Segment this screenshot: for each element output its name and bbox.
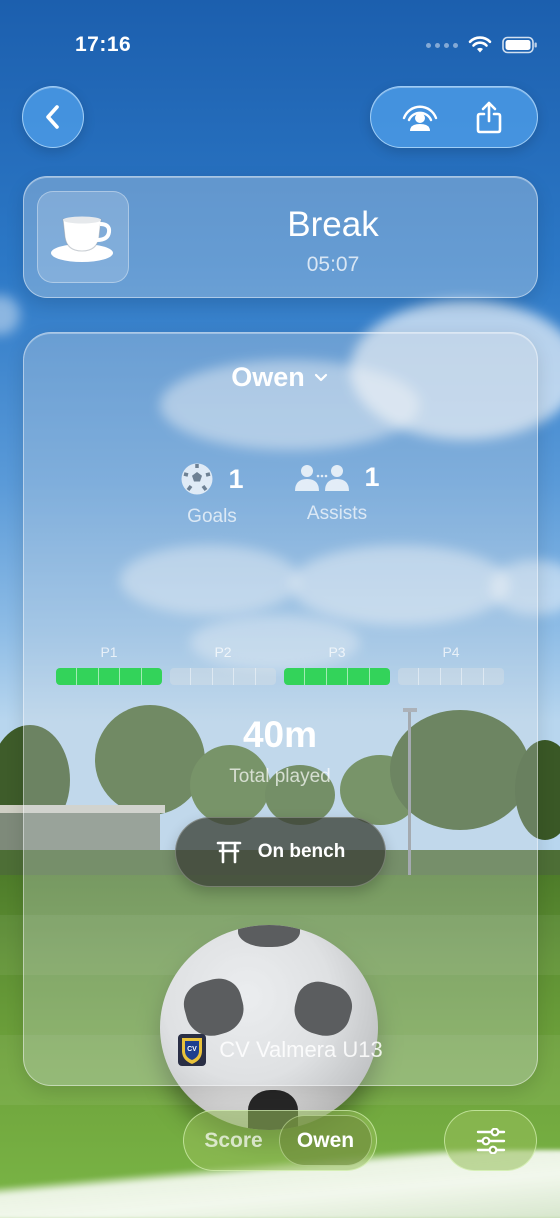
coffee-cup-icon [51, 216, 113, 262]
view-switcher: Score Owen [183, 1110, 377, 1171]
status-time: 17:16 [75, 33, 132, 56]
assists-label: Assists [306, 503, 368, 524]
total-played-label: Total played [229, 766, 331, 787]
goals-stat: 1 Goals [147, 462, 277, 528]
break-timer: 05:07 [306, 253, 360, 276]
share-icon [476, 101, 501, 134]
tab-player[interactable]: Owen [279, 1115, 372, 1166]
break-card: Break [23, 176, 538, 298]
assists-stat: 1 Assists [272, 462, 402, 525]
tab-score[interactable]: Score [188, 1115, 279, 1166]
people-signal-icon [402, 105, 437, 131]
settings-button[interactable] [444, 1110, 537, 1171]
player-selector[interactable]: Owen [0, 362, 560, 393]
period-label: P1 [100, 644, 118, 660]
period-label: P2 [214, 644, 232, 660]
goals-label: Goals [187, 506, 237, 527]
status-icons [426, 36, 538, 54]
cellular-signal-icon [426, 42, 458, 48]
assist-icon [295, 464, 350, 491]
team-crest-icon: CV [178, 1034, 207, 1066]
battery-icon [502, 36, 537, 54]
period-timeline: P1 P2 P3 P4 [56, 644, 504, 685]
period-bar-played [56, 668, 162, 685]
period-bar-played [284, 668, 390, 685]
assists-value: 1 [364, 462, 380, 492]
period-p4: P4 [398, 644, 504, 685]
player-card [23, 332, 538, 1086]
chevron-down-icon [314, 373, 327, 381]
on-bench-button[interactable]: On bench [175, 817, 386, 887]
break-icon-box [37, 191, 129, 283]
svg-text:CV: CV [187, 1046, 197, 1053]
share-button[interactable] [464, 92, 514, 142]
sliders-icon [476, 1127, 505, 1154]
goals-value: 1 [228, 463, 244, 494]
period-label: P3 [328, 644, 346, 660]
player-name: Owen [231, 362, 305, 392]
team-name: CV Valmera U13 [219, 1037, 383, 1062]
soccer-ball-icon [181, 463, 213, 495]
period-bar-not-played [398, 668, 504, 685]
total-played: 40m Total played [0, 714, 560, 788]
top-action-group [370, 86, 538, 148]
back-button[interactable] [22, 86, 84, 148]
broadcast-button[interactable] [395, 92, 445, 142]
break-title: Break [287, 205, 379, 244]
on-bench-label: On bench [257, 841, 346, 862]
team-info: CV CV Valmera U13 [0, 1033, 560, 1067]
chevron-left-icon [46, 105, 59, 129]
wifi-icon [468, 36, 492, 53]
total-played-value: 40m [242, 714, 318, 755]
bench-icon [216, 841, 241, 864]
period-p3: P3 [284, 644, 390, 685]
period-p1: P1 [56, 644, 162, 685]
period-bar-not-played [170, 668, 276, 685]
period-p2: P2 [170, 644, 276, 685]
period-label: P4 [442, 644, 460, 660]
